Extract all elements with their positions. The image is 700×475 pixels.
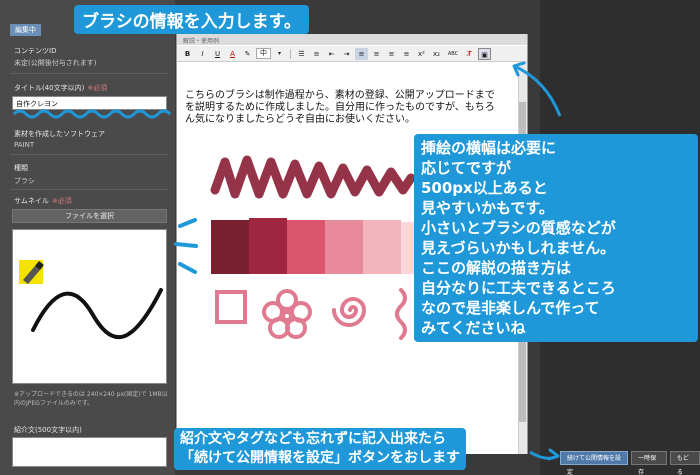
back-button[interactable]: もどる xyxy=(669,451,700,475)
intro-label: 紹介文(500文字以内) xyxy=(14,425,82,435)
clear-format-icon[interactable]: T̸ xyxy=(463,48,476,60)
thumbnail-preview xyxy=(12,229,167,384)
annotation-bottom-note: 紹介文やタグなども忘れずに記入出来たら 「続けて公開情報を設定」ボタンをおします xyxy=(174,428,466,470)
text-color-button[interactable]: A xyxy=(226,48,239,60)
divider xyxy=(10,154,168,155)
flower-center xyxy=(281,310,293,322)
annotation-title: ブラシの情報を入力します。 xyxy=(74,5,309,34)
brush-thumbnail-image xyxy=(19,260,163,340)
wave-doodle xyxy=(395,288,407,340)
annotation-line: なので是非楽しんで作って xyxy=(421,299,600,317)
italic-button[interactable]: I xyxy=(196,48,209,60)
annotation-line: 見やすいかもです。 xyxy=(421,199,554,217)
insert-image-icon[interactable]: ▣ xyxy=(478,47,491,60)
bullet-list-icon[interactable]: ☰ xyxy=(295,48,308,60)
outdent-icon[interactable]: ⇤ xyxy=(325,48,338,60)
title-label: タイトル(40文字以内) ※必須 xyxy=(14,83,107,93)
divider xyxy=(10,189,168,190)
metadata-sidebar: 編集中 コンテンツID 未定(公開後付与されます) タイトル(40文字以内) ※必… xyxy=(0,0,175,475)
intro-label-text: 紹介文 xyxy=(14,426,35,434)
choose-file-button[interactable]: ファイルを選択 xyxy=(12,209,167,223)
upload-note: ※アップロードできるのは 240×240 px(固定)で 1MB以内のJPEGフ… xyxy=(14,391,168,407)
type-label: 種類 xyxy=(14,164,28,172)
status-badge: 編集中 xyxy=(10,24,41,36)
thumbnail-label-text: サムネイル xyxy=(14,197,49,205)
editor-body-text[interactable]: こちらのブラシは制作過程から、素材の登録、公開アップロードまでを説明するために作… xyxy=(185,90,501,126)
doodles xyxy=(215,288,407,340)
superscript-button[interactable]: x² xyxy=(415,48,428,60)
bold-button[interactable]: B xyxy=(181,48,194,60)
subscript-button[interactable]: x₂ xyxy=(430,48,443,60)
align-left-icon[interactable]: ≡ xyxy=(355,47,368,60)
indent-icon[interactable]: ⇥ xyxy=(340,48,353,60)
color-swatches xyxy=(211,218,431,274)
annotation-line: 挿絵の横幅は必要に xyxy=(421,139,557,157)
align-right-icon[interactable]: ≡ xyxy=(385,48,398,60)
swatch xyxy=(211,220,249,274)
spellcheck-button[interactable]: ABC xyxy=(445,48,461,60)
swatch xyxy=(249,218,287,274)
editor-toolbar: B I U A ✎ 中 ▾ ☰ ≡ ⇤ ⇥ ≡ ≡ ≡ ≡ x² x₂ ABC … xyxy=(177,46,527,62)
brush-sample-illustration xyxy=(210,155,431,340)
annotation-line: 応じてですが xyxy=(421,159,512,177)
divider xyxy=(10,73,168,74)
continue-public-settings-button[interactable]: 続けて公開情報を設定 xyxy=(560,451,629,475)
title-label-text: タイトル xyxy=(14,84,42,92)
spiral-doodle xyxy=(332,297,367,327)
content-id-value: 未定(公開後付与されます) xyxy=(14,59,97,67)
required-mark: ※必須 xyxy=(87,84,108,92)
type-value: ブラシ xyxy=(14,177,35,185)
annotation-line: 自分なりに工夫できるところ xyxy=(421,279,616,297)
square-doodle xyxy=(215,290,247,324)
software-label: 素材を作成したソフトウェア xyxy=(14,130,105,138)
intro-hint: (500文字以内) xyxy=(35,426,82,434)
required-mark: ※必須 xyxy=(51,197,72,205)
align-justify-icon[interactable]: ≡ xyxy=(400,48,413,60)
annotation-side-note: 挿絵の横幅は必要に 応じてですが 500px以上あると 見やすいかもです。 小さ… xyxy=(414,134,698,342)
swatch xyxy=(287,220,325,274)
numbered-list-icon[interactable]: ≡ xyxy=(310,48,323,60)
editor-header: 解説・使用例 xyxy=(177,34,527,45)
swatch xyxy=(363,220,401,274)
annotation-line: 500px以上あると xyxy=(421,179,548,197)
swatch xyxy=(325,220,363,274)
brush-edit-screen: 編集中 コンテンツID 未定(公開後付与されます) タイトル(40文字以内) ※必… xyxy=(0,0,700,475)
zigzag-stroke xyxy=(210,155,416,199)
action-bar: 続けて公開情報を設定 一時保存 もどる xyxy=(560,451,700,475)
highlight-icon[interactable]: ✎ xyxy=(241,48,254,60)
annotation-line: 紹介文やタグなども忘れずに記入出来たら xyxy=(180,431,446,447)
annotation-line: みてくださいね xyxy=(421,319,526,337)
intro-textarea[interactable] xyxy=(12,437,167,467)
chevron-down-icon[interactable]: ▾ xyxy=(273,48,286,60)
annotation-line: 見えづらいかもしれません。 xyxy=(421,239,616,257)
underline-button[interactable]: U xyxy=(211,48,224,60)
software-value: PAINT xyxy=(14,141,35,149)
annotation-line: ここの解説の描き方は xyxy=(421,259,572,277)
temp-save-button[interactable]: 一時保存 xyxy=(631,451,667,475)
divider xyxy=(290,48,291,59)
font-size-select[interactable]: 中 xyxy=(256,48,271,59)
annotation-line: 小さいとブラシの質感などが xyxy=(421,219,616,237)
thumbnail-label: サムネイル ※必須 xyxy=(14,196,72,206)
annotation-line: 「続けて公開情報を設定」ボタンをおします xyxy=(180,450,460,466)
align-center-icon[interactable]: ≡ xyxy=(370,48,383,60)
title-hint: (40文字以内) xyxy=(42,84,85,92)
title-input[interactable]: 自作クレヨン xyxy=(12,96,167,110)
content-id-label: コンテンツID xyxy=(14,47,57,55)
